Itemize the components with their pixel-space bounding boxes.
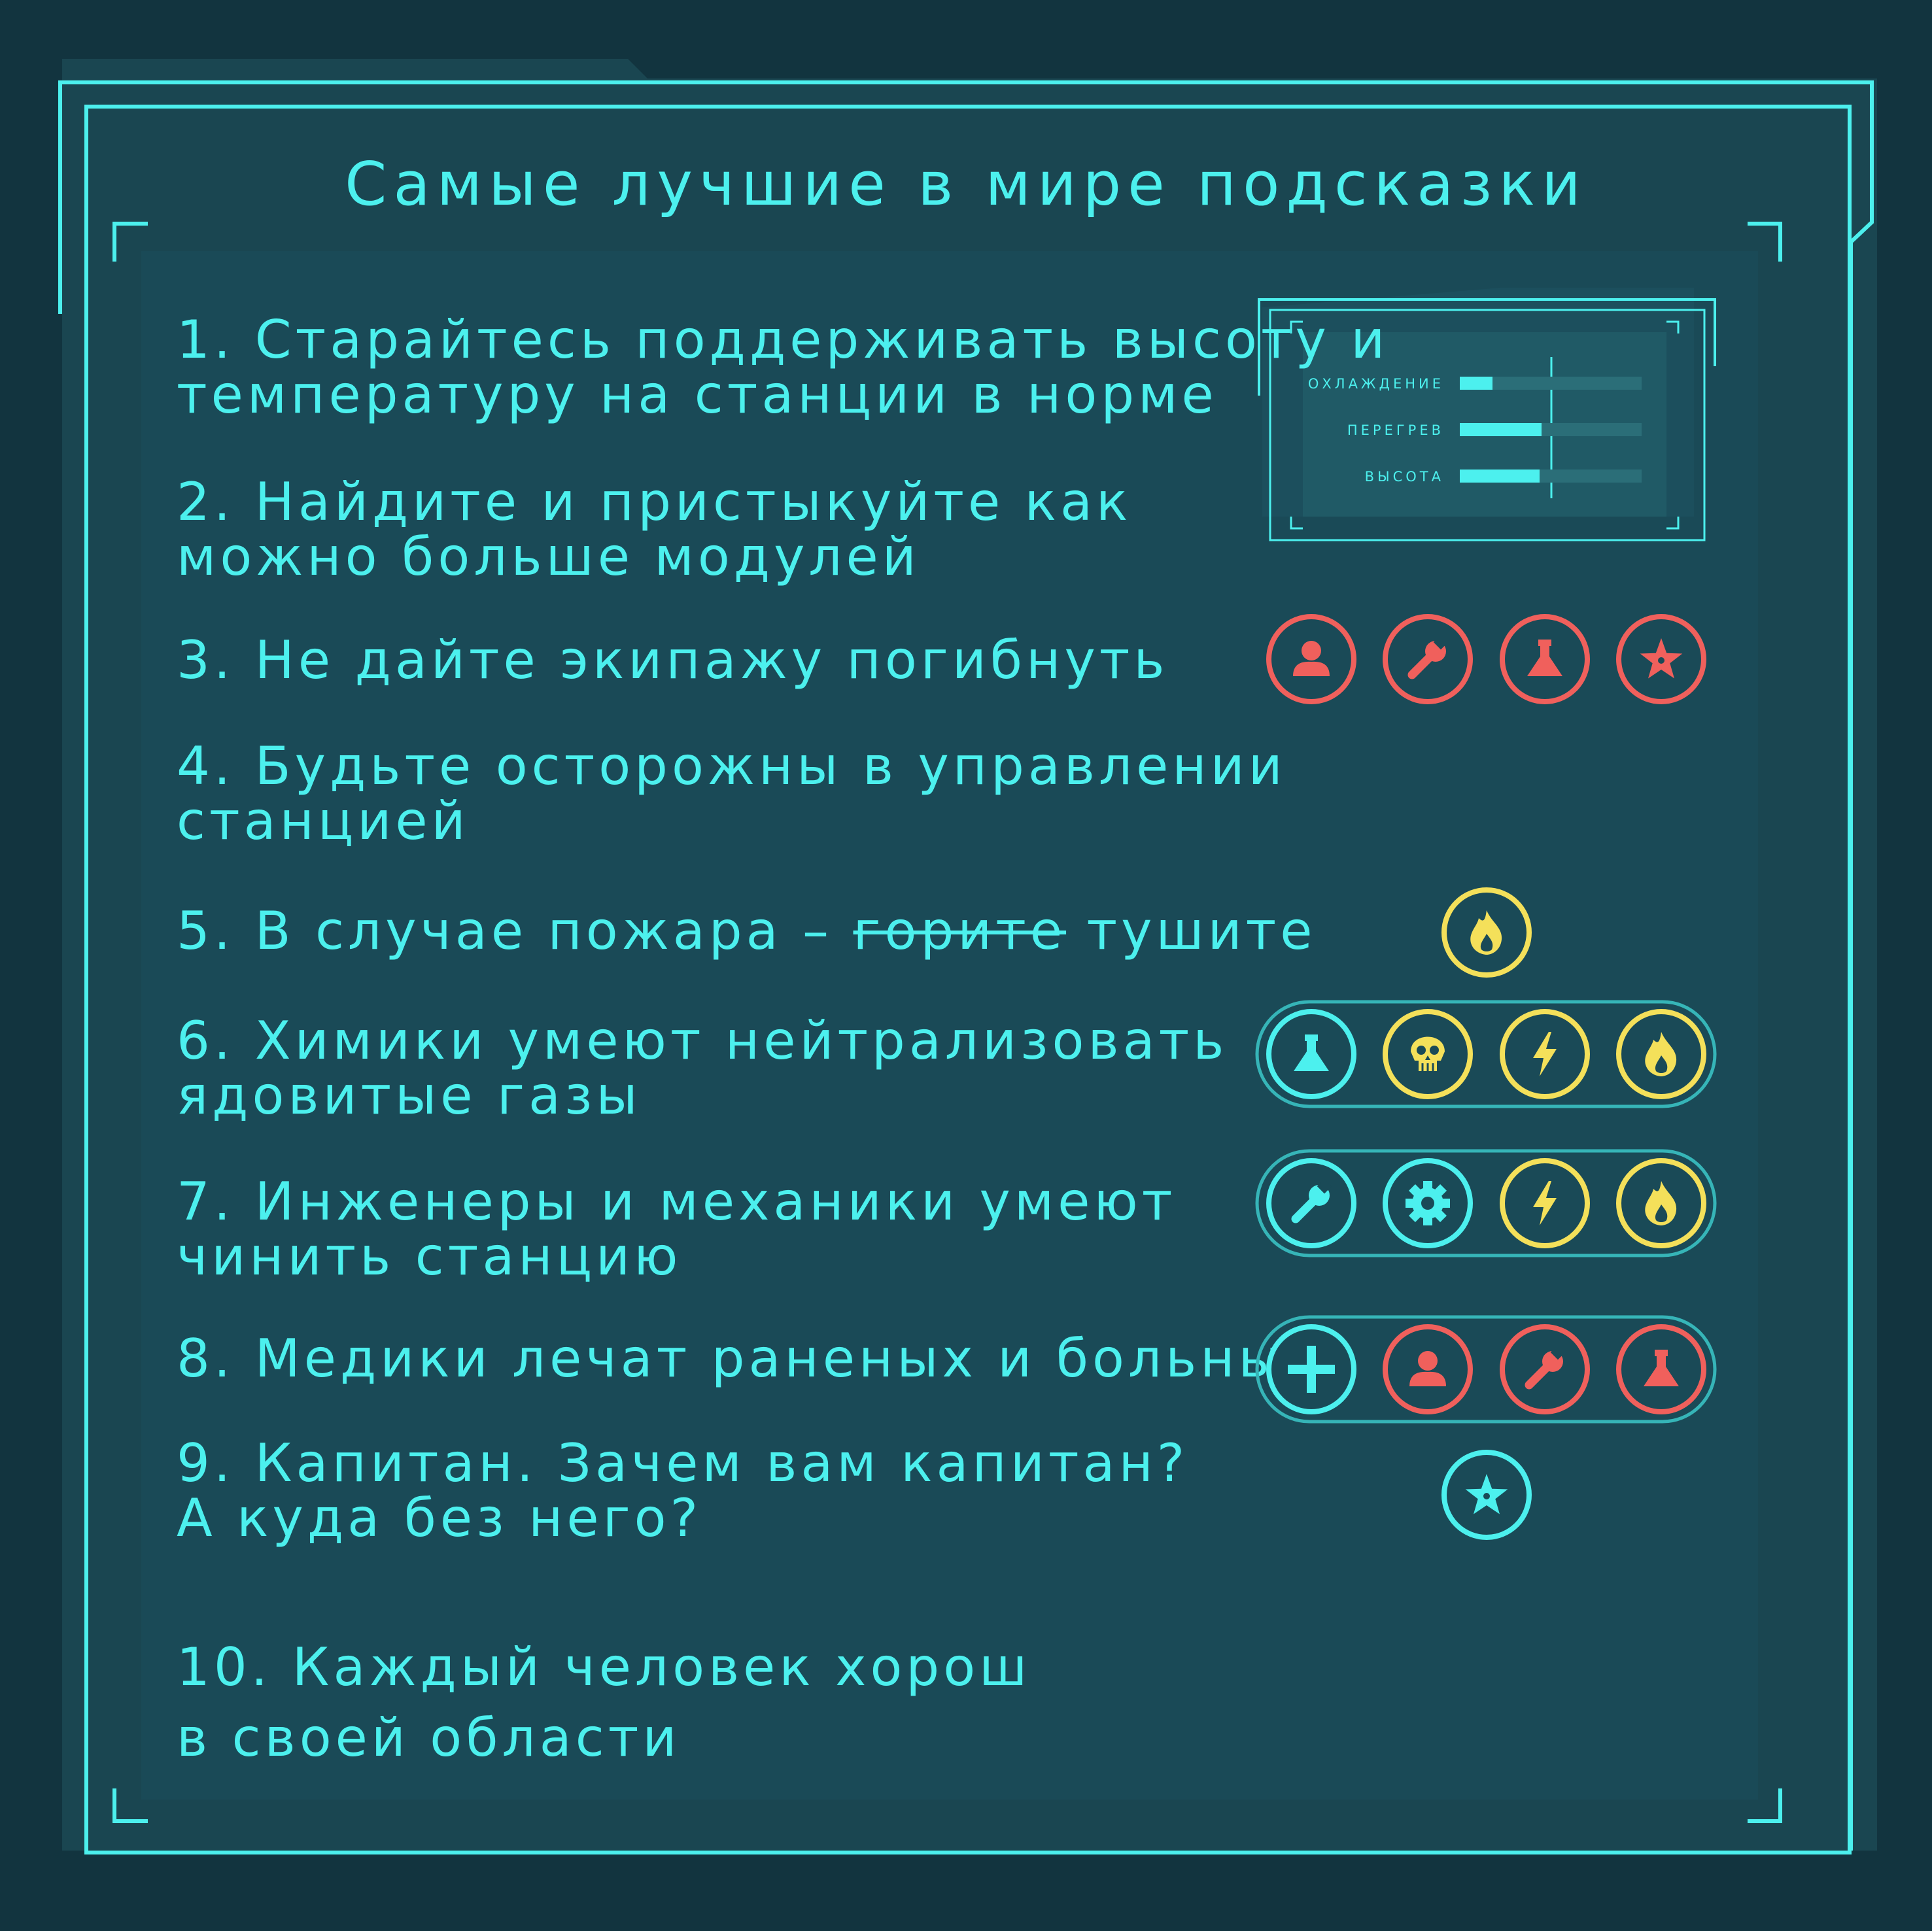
fire-icon <box>1616 1009 1706 1099</box>
icon-row-crew <box>1266 614 1706 704</box>
flask-icon <box>1266 1009 1356 1099</box>
lightning-icon <box>1500 1158 1590 1248</box>
skull-icon <box>1383 1009 1473 1099</box>
role-icons <box>1255 614 1717 1540</box>
hints-poster: ОХЛАЖДЕНИЕ ПЕРЕГРЕВ ВЫСОТА Самые лучшие в … <box>0 0 1932 1931</box>
gear-icon <box>1383 1158 1473 1248</box>
icon-row-medic <box>1255 1315 1717 1424</box>
icon-row-fire <box>1441 887 1532 978</box>
flask-icon <box>1616 1324 1706 1414</box>
wrench-icon <box>1266 1158 1356 1248</box>
wrench-icon <box>1500 1324 1590 1414</box>
star-icon <box>1441 1450 1532 1540</box>
lightning-icon <box>1500 1009 1590 1099</box>
wrench-icon <box>1383 614 1473 704</box>
icon-row-chemist <box>1255 1000 1717 1108</box>
icon-row-captain <box>1441 1450 1532 1540</box>
flask-icon <box>1500 614 1590 704</box>
person-icon <box>1383 1324 1473 1414</box>
fire-icon <box>1441 887 1532 978</box>
person-icon <box>1266 614 1356 704</box>
plus-icon <box>1266 1324 1356 1414</box>
icon-row-engineer <box>1255 1149 1717 1257</box>
fire-icon <box>1616 1158 1706 1248</box>
star-icon <box>1616 614 1706 704</box>
